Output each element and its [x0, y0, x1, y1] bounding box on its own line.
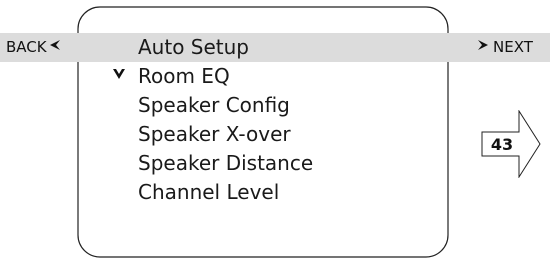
menu-item-label: Speaker Distance [138, 151, 314, 175]
back-button[interactable]: BACK [6, 36, 61, 58]
menu-item-speaker-config[interactable]: Speaker Config [90, 91, 420, 120]
menu-item-speaker-distance[interactable]: Speaker Distance [90, 149, 420, 178]
menu-item-auto-setup[interactable]: Auto Setup [90, 33, 420, 62]
menu-item-label: Speaker Config [138, 93, 290, 117]
menu-item-label: Auto Setup [138, 35, 250, 59]
menu-item-room-eq[interactable]: Room EQ [90, 62, 420, 91]
back-label: BACK [6, 38, 47, 56]
setup-menu: Auto Setup Room EQ Speaker Config Speake… [90, 33, 420, 207]
menu-item-channel-level[interactable]: Channel Level [90, 178, 420, 207]
page-number: 43 [490, 135, 514, 154]
back-arrow-icon [49, 39, 61, 55]
menu-item-speaker-x-over[interactable]: Speaker X-over [90, 120, 420, 149]
checkmark-icon [113, 62, 125, 91]
next-arrow-icon [477, 39, 489, 55]
menu-item-label: Speaker X-over [138, 122, 291, 146]
menu-item-label: Channel Level [138, 180, 280, 204]
next-button[interactable]: NEXT [477, 36, 533, 58]
menu-item-label: Room EQ [138, 64, 230, 88]
next-label: NEXT [493, 38, 533, 56]
